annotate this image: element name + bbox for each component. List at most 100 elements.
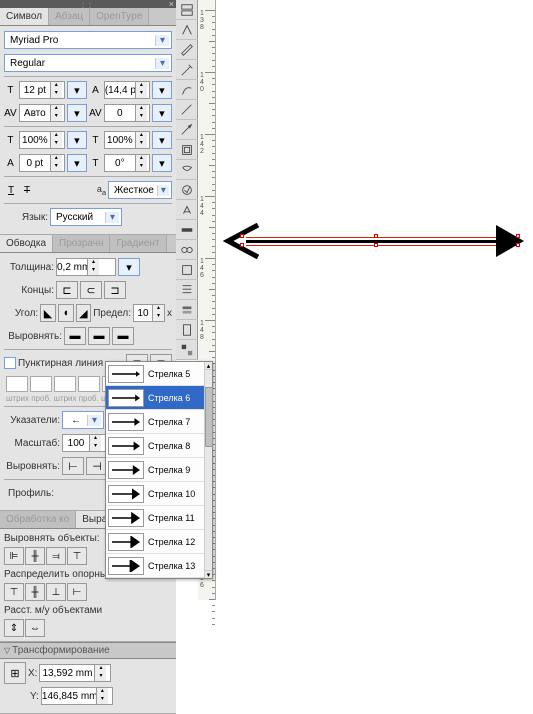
spacing-h-button[interactable]: ⇔: [25, 619, 45, 637]
dash-field[interactable]: [6, 376, 28, 392]
tab-symbol[interactable]: Символ: [0, 8, 49, 25]
tool-btn[interactable]: [176, 140, 198, 160]
align-top-button[interactable]: ⊤: [67, 547, 87, 565]
dropdown-icon[interactable]: ▾: [67, 81, 87, 99]
strikethrough-icon[interactable]: T: [20, 183, 34, 197]
dropdown-icon[interactable]: ▾: [152, 154, 172, 172]
limit-spinner[interactable]: ▴▾: [133, 304, 165, 322]
tool-btn[interactable]: [176, 180, 198, 200]
arrow-preview-icon: [108, 557, 144, 575]
tracking-spinner[interactable]: ▴▾: [104, 104, 150, 122]
tool-btn[interactable]: [176, 220, 198, 240]
marker-align1-icon[interactable]: ⊢: [62, 457, 84, 475]
char-tabs: Символ Абзац OpenType: [0, 8, 176, 26]
weight-spinner[interactable]: ▴▾: [56, 258, 116, 276]
arrow-option[interactable]: Стрелка 12: [106, 530, 212, 554]
dropdown-icon[interactable]: ▾: [67, 104, 87, 122]
cap-butt-icon[interactable]: ⊏: [56, 281, 78, 299]
tool-btn[interactable]: [176, 20, 198, 40]
tool-btn[interactable]: [176, 300, 198, 320]
dropdown-icon[interactable]: ▾: [152, 131, 172, 149]
tool-btn[interactable]: [176, 280, 198, 300]
arrow-option[interactable]: Стрелка 6: [106, 386, 212, 410]
aa-dropdown[interactable]: Жесткое ▾: [108, 181, 172, 199]
tab-stroke[interactable]: Обводка: [0, 235, 53, 252]
baseline-spinner[interactable]: ▴▾: [19, 154, 65, 172]
arrow-option[interactable]: Стрелка 5: [106, 362, 212, 386]
align-right-button[interactable]: ⫤: [46, 547, 66, 565]
tab-opentype[interactable]: OpenType: [90, 8, 149, 25]
gap-field[interactable]: [78, 376, 100, 392]
dist-vcenter-button[interactable]: ╫: [25, 583, 45, 601]
scroll-thumb[interactable]: [205, 387, 213, 447]
gap-field[interactable]: [30, 376, 52, 392]
scrollbar[interactable]: ▴ ▾: [204, 362, 212, 578]
dist-left-button[interactable]: ⊢: [67, 583, 87, 601]
tab-pathfinder[interactable]: Обработка ко: [0, 511, 76, 528]
arrow-option[interactable]: Стрелка 8: [106, 434, 212, 458]
canvas-area[interactable]: [216, 0, 533, 600]
align-hcenter-button[interactable]: ╫: [25, 547, 45, 565]
tool-btn[interactable]: [176, 40, 198, 60]
underline-icon[interactable]: T: [4, 183, 18, 197]
x-spinner[interactable]: ▴▾: [39, 664, 111, 682]
tool-btn[interactable]: [176, 120, 198, 140]
tool-btn[interactable]: [176, 100, 198, 120]
dash-field[interactable]: [54, 376, 76, 392]
dropdown-icon[interactable]: ▾: [67, 131, 87, 149]
tool-btn[interactable]: [176, 340, 198, 360]
arrow-option[interactable]: Стрелка 10: [106, 482, 212, 506]
arrow-preview-icon: [108, 533, 144, 551]
tool-btn[interactable]: [176, 80, 198, 100]
tab-opacity[interactable]: Прозрачн: [53, 235, 110, 252]
hscale-spinner[interactable]: ▴▾: [104, 131, 150, 149]
tool-btn[interactable]: [176, 200, 198, 220]
scale-spinner[interactable]: ▴▾: [62, 434, 106, 452]
tool-btn[interactable]: [176, 260, 198, 280]
vscale-spinner[interactable]: ▴▾: [19, 131, 65, 149]
arrow-option[interactable]: Стрелка 7: [106, 410, 212, 434]
arrow-option[interactable]: Стрелка 13: [106, 554, 212, 578]
dropdown-icon[interactable]: ▾: [152, 81, 172, 99]
cap-round-icon[interactable]: ⊂: [80, 281, 102, 299]
arrow-option[interactable]: Стрелка 11: [106, 506, 212, 530]
cap-square-icon[interactable]: ⊐: [104, 281, 126, 299]
font-family-dropdown[interactable]: Myriad Pro ▾: [4, 31, 172, 49]
end-marker-popup[interactable]: Стрелка 5Стрелка 6Стрелка 7Стрелка 8Стре…: [105, 361, 213, 579]
font-size-spinner[interactable]: ▴▾: [19, 81, 65, 99]
join-bevel-icon[interactable]: ◢: [76, 304, 92, 322]
leading-spinner[interactable]: ▴▾: [104, 81, 150, 99]
dist-bottom-button[interactable]: ⊥: [46, 583, 66, 601]
start-marker-dropdown[interactable]: ←▾: [62, 411, 104, 429]
align-center-icon[interactable]: ▬: [64, 327, 86, 345]
panel-grip[interactable]: ⋮⋮×: [0, 0, 176, 8]
tool-btn[interactable]: [176, 60, 198, 80]
tab-paragraph[interactable]: Абзац: [49, 8, 90, 25]
arrow-option[interactable]: Стрелка 9: [106, 458, 212, 482]
spacing-v-button[interactable]: ⇕: [4, 619, 24, 637]
lang-dropdown[interactable]: Русский ▾: [50, 208, 122, 226]
tab-gradient[interactable]: Градиент: [110, 235, 166, 252]
tool-btn[interactable]: [176, 160, 198, 180]
align-inside-icon[interactable]: ▬: [88, 327, 110, 345]
align-left-button[interactable]: ⊫: [4, 547, 24, 565]
reference-point-icon[interactable]: ⊞: [4, 662, 26, 684]
arrow-preview-icon: [108, 365, 144, 383]
tool-btn[interactable]: [176, 0, 198, 20]
join-round-icon[interactable]: ◖: [58, 304, 74, 322]
dropdown-icon[interactable]: ▾: [152, 104, 172, 122]
font-style-dropdown[interactable]: Regular ▾: [4, 54, 172, 72]
transform-title-bar[interactable]: ▽Трансформирование: [0, 642, 176, 659]
align-outside-icon[interactable]: ▬: [112, 327, 134, 345]
tool-btn[interactable]: [176, 320, 198, 340]
join-miter-icon[interactable]: ◣: [40, 304, 56, 322]
y-spinner[interactable]: ▴▾: [41, 687, 113, 705]
dropdown-icon[interactable]: ▾: [67, 154, 87, 172]
rotation-spinner[interactable]: ▴▾: [104, 154, 150, 172]
kerning-spinner[interactable]: ▴▾: [19, 104, 65, 122]
tool-btn[interactable]: [176, 240, 198, 260]
dropdown-icon[interactable]: ▾: [118, 258, 140, 276]
x-label: X:: [28, 668, 37, 679]
dist-top-button[interactable]: ⊤: [4, 583, 24, 601]
dash-checkbox[interactable]: [4, 357, 16, 369]
